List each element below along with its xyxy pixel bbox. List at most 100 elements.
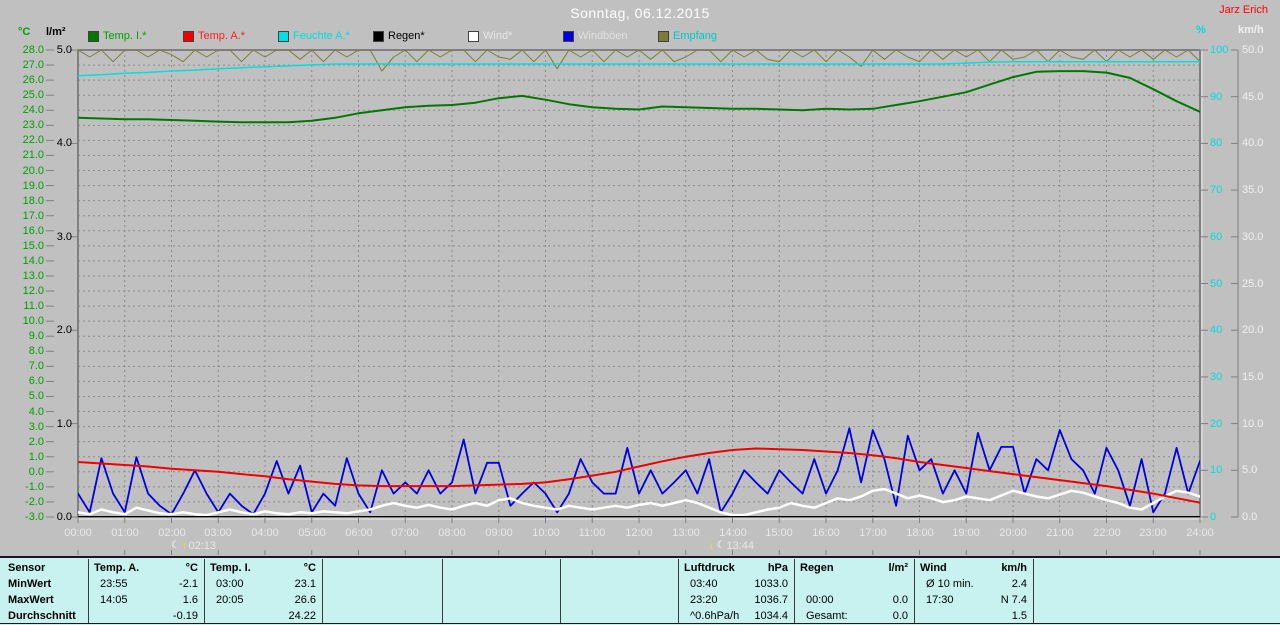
tick-celsius: 21.0 [6,149,44,161]
table-divider [204,559,205,623]
time-label: 02:00 [150,527,194,539]
tick-celsius: 13.0 [6,270,44,282]
table-divider [322,559,323,623]
table-divider [1033,559,1034,623]
tick-celsius: -1.0 [6,481,44,493]
tick-humidity: 20 [1210,418,1240,430]
table-divider [88,559,89,623]
tick-celsius: 12.0 [6,285,44,297]
tick-celsius: 4.0 [6,406,44,418]
table-col-unit: °C [210,562,316,575]
table-cell-value: 23.1 [210,578,316,591]
time-label: 18:00 [898,527,942,539]
time-label: 10:00 [524,527,568,539]
moonset-marker: ↓☾13:44 [708,540,754,552]
table-divider [560,559,561,623]
tick-rain: 0.0 [46,511,72,523]
moon-icon: ☾ [717,541,726,551]
tick-humidity: 90 [1210,91,1240,103]
tick-celsius: 14.0 [6,255,44,267]
tick-celsius: 6.0 [6,375,44,387]
table-cell-value: 1.5 [920,610,1027,623]
time-label: 21:00 [1038,527,1082,539]
tick-celsius: 3.0 [6,421,44,433]
table-cell-value: -2.1 [94,578,198,591]
table-cell-value: 1.6 [94,594,198,607]
tick-celsius: 23.0 [6,119,44,131]
time-label: 05:00 [290,527,334,539]
time-label: 12:00 [617,527,661,539]
tick-humidity: 10 [1210,464,1240,476]
tick-windspeed: 45.0 [1242,91,1276,103]
time-label: 01:00 [103,527,147,539]
tick-rain: 1.0 [46,418,72,430]
time-label: 07:00 [383,527,427,539]
table-bottom-border [0,623,1280,624]
tick-celsius: 24.0 [6,104,44,116]
table-cell-value: 26.6 [210,594,316,607]
time-label: 17:00 [851,527,895,539]
time-label: 04:00 [243,527,287,539]
time-label: 24:00 [1178,527,1222,539]
arrow-down-icon: ↓ [709,541,715,551]
arrow-up-icon: ↑ [182,541,188,551]
tick-celsius: 11.0 [6,300,44,312]
tick-windspeed: 40.0 [1242,137,1276,149]
table-row-label: MinWert [8,578,51,591]
tick-windspeed: 30.0 [1242,231,1276,243]
table-divider [442,559,443,623]
sensor-summary-table: SensorMinWertMaxWertDurchschnittTemp. A.… [0,556,1280,625]
tick-celsius: 9.0 [6,330,44,342]
tick-windspeed: 5.0 [1242,464,1276,476]
time-label: 22:00 [1085,527,1129,539]
tick-rain: 5.0 [46,44,72,56]
tick-celsius: 0.0 [6,466,44,478]
tick-rain: 3.0 [46,231,72,243]
tick-rain: 4.0 [46,137,72,149]
tick-humidity: 40 [1210,324,1240,336]
time-label: 00:00 [56,527,100,539]
tick-rain: 2.0 [46,324,72,336]
table-row-label: MaxWert [8,594,54,607]
tick-celsius: 7.0 [6,360,44,372]
time-label: 16:00 [804,527,848,539]
table-col-unit: l/m² [800,562,908,575]
time-label: 15:00 [757,527,801,539]
time-label: 06:00 [337,527,381,539]
moonrise-marker: ☾↑02:13 [170,540,216,552]
tick-celsius: 1.0 [6,451,44,463]
tick-windspeed: 50.0 [1242,44,1276,56]
tick-windspeed: 0.0 [1242,511,1276,523]
table-cell-value: -0.19 [94,610,198,623]
weather-app-screen: Sonntag, 06.12.2015 Jarz Erich °C l/m² %… [0,0,1280,625]
table-row-label: Durchschnitt [8,610,76,623]
tick-celsius: 20.0 [6,165,44,177]
tick-celsius: 17.0 [6,210,44,222]
table-cell-value: 1033.0 [684,578,788,591]
tick-celsius: -3.0 [6,511,44,523]
chart-plot[interactable] [0,0,1280,556]
tick-celsius: 27.0 [6,59,44,71]
tick-celsius: 26.0 [6,74,44,86]
table-cell-value: 2.4 [920,578,1027,591]
time-label: 08:00 [430,527,474,539]
tick-celsius: 5.0 [6,390,44,402]
tick-windspeed: 10.0 [1242,418,1276,430]
table-cell-value: 0.0 [800,594,908,607]
tick-celsius: 25.0 [6,89,44,101]
tick-celsius: 2.0 [6,436,44,448]
table-cell-value: 0.0 [800,610,908,623]
table-divider [914,559,915,623]
time-label: 14:00 [711,527,755,539]
tick-humidity: 100 [1210,44,1240,56]
marker-time: 02:13 [188,540,216,552]
tick-windspeed: 35.0 [1242,184,1276,196]
table-cell-value: 1034.4 [684,610,788,623]
marker-time: 13:44 [726,540,754,552]
tick-humidity: 60 [1210,231,1240,243]
tick-windspeed: 20.0 [1242,324,1276,336]
tick-celsius: 22.0 [6,134,44,146]
table-cell-value: N 7.4 [920,594,1027,607]
time-label: 03:00 [196,527,240,539]
time-label: 20:00 [991,527,1035,539]
